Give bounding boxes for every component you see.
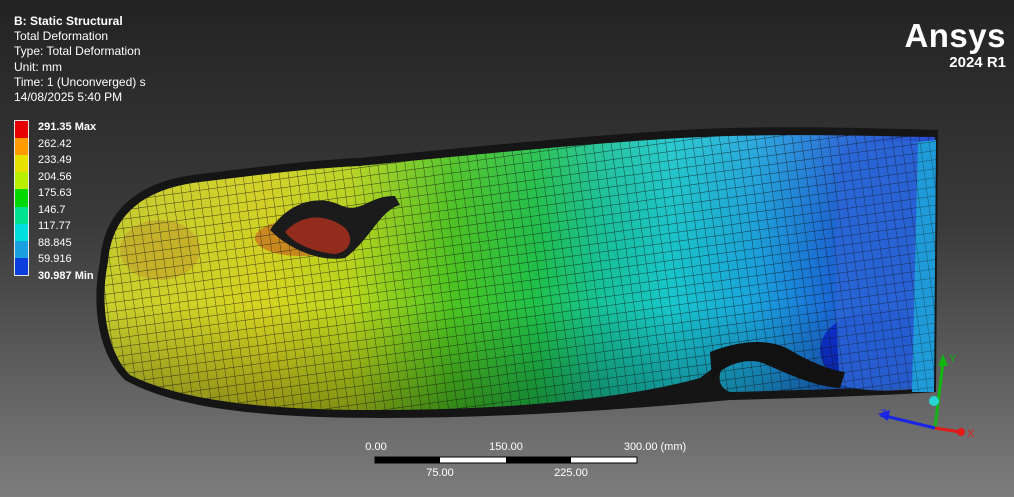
x-axis-line — [934, 426, 961, 434]
triad-origin-sphere[interactable] — [929, 396, 939, 406]
orientation-triad[interactable]: Y Z X — [0, 0, 1014, 497]
y-axis-line — [933, 361, 945, 429]
x-axis-label: X — [967, 428, 975, 440]
z-axis-line — [884, 414, 936, 430]
y-axis-label: Y — [949, 353, 957, 365]
x-axis-endpoint — [957, 428, 965, 436]
z-axis-label: Z — [880, 408, 887, 420]
y-axis-arrow — [938, 354, 948, 366]
